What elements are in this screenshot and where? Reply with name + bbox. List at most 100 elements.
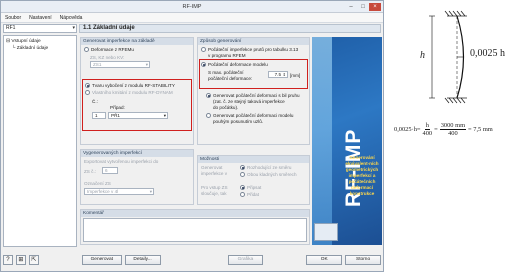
menu-settings[interactable]: Nastavení — [29, 13, 52, 22]
close-button[interactable]: × — [369, 3, 381, 11]
radio-append[interactable]: Připsat — [240, 185, 261, 190]
imperfection-sketch: h 0,0025 h 0,0025·h= h 400 = 3000 mm 400… — [392, 0, 530, 272]
radio-icon — [85, 90, 90, 95]
zs-label: ZS, KZ nebo KV: — [90, 55, 125, 60]
title-bar: RF-IMP – □ × — [1, 1, 383, 13]
zs-name-label: Označení ZS — [84, 181, 111, 186]
radio-icon — [240, 165, 245, 170]
radio-add[interactable]: Přidat — [240, 192, 259, 197]
radio-member-imperfections[interactable]: Počáteční imperfekce prutů pro tabulku 3… — [201, 47, 298, 52]
group-title: Způsob generování — [198, 38, 309, 45]
graphics-button[interactable]: Grafika — [227, 255, 264, 265]
radio-label: Počáteční deformace modelu — [208, 62, 268, 67]
generate-button[interactable]: Generovat — [81, 255, 122, 265]
window-title: RF-IMP — [182, 4, 202, 10]
menu-file[interactable]: Soubor — [5, 13, 21, 22]
fraction-h: h 400 — [423, 122, 433, 137]
radio-icon — [240, 172, 245, 177]
unit-label: [mm] — [290, 73, 301, 78]
max-deformation-label: S max. počáteční — [208, 70, 244, 75]
radio-both-directions[interactable]: Obou kladných směrech — [240, 172, 297, 177]
ok-button[interactable]: OK — [306, 255, 343, 265]
menu-bar: Soubor Nastavení Nápověda — [1, 13, 383, 23]
export-zs-label: ZS č.: — [84, 169, 96, 174]
rf-imp-window: RF-IMP – □ × Soubor Nastavení Nápověda R… — [0, 0, 384, 272]
mode-number-label: Č.: — [92, 99, 98, 104]
group-export: Vygenerovaných imperfekcí — [80, 149, 194, 205]
dlubal-logo-icon — [314, 223, 338, 241]
radio-label: Počáteční imperfekce prutů pro tabulku 3… — [208, 47, 299, 52]
export-icon[interactable]: ⇱ — [28, 255, 39, 265]
navigator-tree: ⊟ Vstupní údaje └ Základní údaje — [3, 35, 77, 247]
radio-icon — [240, 185, 245, 190]
deformation-label: 0,0025 h — [470, 48, 505, 59]
options-label-2: Pro vstup ZS — [201, 185, 228, 190]
group-options: Možnosti — [197, 155, 310, 205]
export-zs-value: 6 — [105, 168, 108, 173]
options-label-1b: imperfekce v — [201, 171, 228, 176]
radio-label: Generovat počáteční deformaci s bil pruh… — [213, 93, 300, 98]
group-title: Možnosti — [198, 156, 309, 163]
radio-node-shift[interactable]: Generovat počáteční deformaci modelu — [206, 113, 293, 118]
maximize-button[interactable]: □ — [357, 3, 369, 11]
minimize-button[interactable]: – — [345, 3, 357, 11]
help-icon[interactable]: ? — [3, 255, 13, 265]
chevron-down-icon: ▾ — [72, 25, 75, 31]
export-label: Exportovat vytvořenou imperfekci do — [84, 159, 159, 164]
details-button[interactable]: Detaily... — [124, 255, 161, 265]
cancel-button[interactable]: Storno — [345, 255, 381, 265]
calculator-icon[interactable]: ⊞ — [15, 255, 26, 265]
mode-number-spinner[interactable]: 1 — [92, 112, 106, 119]
radio-initial-deformation[interactable]: Počáteční deformace modelu — [201, 62, 268, 67]
radio-icon — [201, 47, 206, 52]
zs-name-input[interactable]: Imperfekce v 4l ▾ — [84, 188, 154, 195]
group-title: Komentář — [81, 210, 309, 217]
case-select[interactable]: RF1 ▾ — [3, 24, 77, 33]
radio-label-cont: pouhým posunutím uzlů. — [213, 119, 264, 124]
radio-icon — [84, 47, 89, 52]
options-label-1: Generovat — [201, 165, 223, 170]
zs-select-value: ZS1 — [93, 62, 102, 67]
chevron-down-icon: ▾ — [145, 62, 148, 67]
fraction-numerator: h — [424, 122, 430, 130]
zs-select[interactable]: ZS1 ▾ — [90, 61, 150, 68]
page-title: 1.1 Základní údaje — [79, 24, 381, 33]
zs-name-value: Imperfekce v 4l — [87, 189, 119, 194]
tree-item-basic-data[interactable]: └ Základní údaje — [6, 45, 74, 52]
top-support-hatch — [444, 10, 467, 17]
menu-help[interactable]: Nápověda — [60, 13, 83, 22]
chevron-down-icon: ▾ — [163, 113, 166, 118]
banner-stripe — [312, 37, 332, 245]
radio-label: Generovat počáteční deformaci modelu — [213, 113, 294, 118]
main-panel: Generovat imperfekce na základě Deformac… — [80, 35, 383, 247]
group-title: Generovat imperfekce na základě — [81, 38, 193, 45]
radio-rf-stability[interactable]: Tvaru vybočení z modulu RF-STABILITY — [85, 83, 175, 88]
radio-rfem-deformation[interactable]: Deformace z RFEMu — [84, 47, 134, 52]
radio-deformation-buckling[interactable]: Generovat počáteční deformaci s bil pruh… — [206, 93, 300, 98]
radio-label: Rozhodující ze směru — [247, 165, 292, 170]
max-deformation-label-2: počáteční deformace: — [208, 76, 253, 81]
mode-number-value: 1 — [95, 113, 98, 118]
radio-decisive-direction[interactable]: Rozhodující ze směru — [240, 165, 291, 170]
radio-rf-dynam[interactable]: Vlastního kmitání z modulu RF-DYNAM — [85, 90, 173, 95]
button-bar: ? ⊞ ⇱ Generovat Detaily... Grafika OK St… — [3, 249, 381, 271]
radio-icon — [201, 62, 206, 67]
tree-root[interactable]: ⊟ Vstupní údaje — [6, 38, 74, 45]
radio-icon — [206, 93, 211, 98]
radio-icon — [206, 113, 211, 118]
export-zs-input[interactable]: 6 — [102, 167, 118, 174]
max-deformation-input[interactable]: 7.5 ⇕ — [268, 71, 288, 78]
load-case-select[interactable]: PŘ1 ▾ — [108, 112, 168, 119]
module-banner: RF-IMP Generování ekvivalent-ních geomet… — [312, 37, 382, 245]
spinner-icon: ⇕ — [282, 72, 286, 77]
radio-label-cont: do počátku). — [213, 105, 239, 110]
radio-label: Deformace z RFEMu — [91, 47, 134, 52]
fraction-denominator: 400 — [448, 130, 458, 137]
group-title: Vygenerovaných imperfekcí — [81, 150, 193, 157]
radio-label-cont: v programu RFEM — [208, 53, 246, 58]
comment-textarea[interactable] — [83, 218, 307, 242]
fraction-value: 3000 mm 400 — [439, 122, 467, 137]
radio-label: Tvaru vybočení z modulu RF-STABILITY — [92, 83, 175, 88]
radio-icon — [85, 83, 90, 88]
height-label: h — [420, 50, 425, 61]
